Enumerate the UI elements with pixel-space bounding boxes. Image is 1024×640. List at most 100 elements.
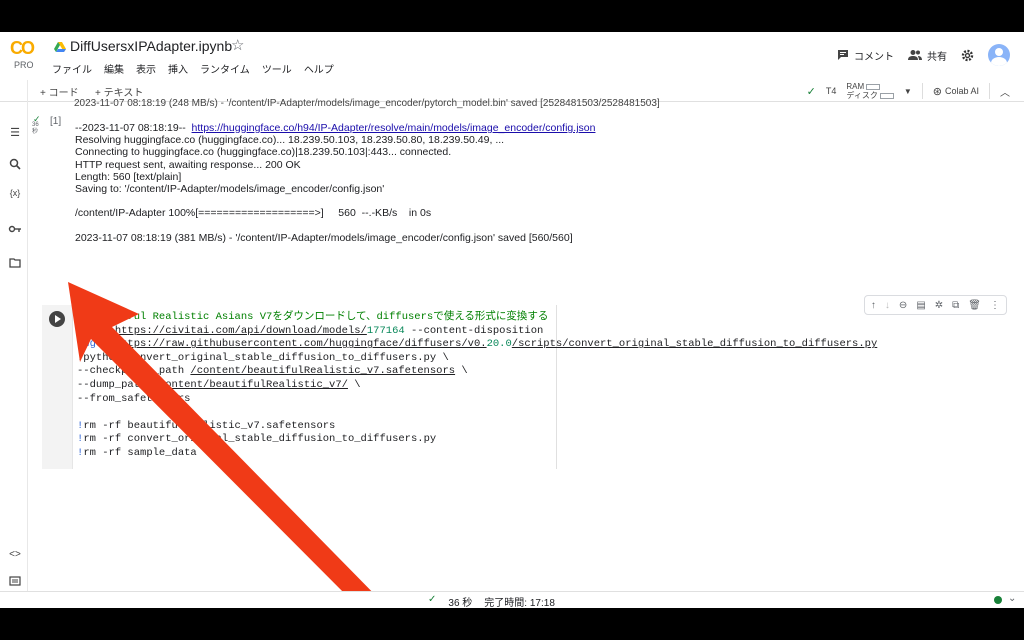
code-line: !python convert_original_stable_diffusio… [77,351,449,364]
header: CO PRO DiffUsersxIPAdapter.ipynb ☆ ファイル … [0,32,1024,80]
cell-settings-gear-icon[interactable]: ✲ [935,300,943,311]
gpu-label[interactable]: T4 [826,86,837,96]
table-of-contents-icon[interactable]: ☰ [8,126,22,139]
secrets-key-icon[interactable] [8,225,22,233]
menu-view[interactable]: 表示 [136,61,156,76]
runtime-connected-dot [994,596,1002,604]
divider [989,83,990,99]
menu-runtime[interactable]: ランタイム [200,61,250,76]
cell-output: --2023-11-07 08:18:19-- https://huggingf… [75,122,595,244]
comment-icon[interactable]: ▤ [916,300,925,311]
run-cell-button[interactable] [49,311,65,327]
add-text-button[interactable]: + テキスト [95,84,143,99]
cell-toolbar: ↑ ↓ ⊖ ▤ ✲ ⧉ 🗑 ⋮ [863,295,1007,315]
code-token: \ [455,365,468,378]
code-token: --checkpoint_path [77,365,191,378]
collapse-chevron-icon[interactable]: ︿ [1000,84,1010,99]
account-avatar[interactable] [988,44,1010,66]
pro-badge: PRO [14,60,34,70]
ram-label: RAM [846,82,865,91]
exec-time: 36 秒 [32,122,39,135]
delete-trash-icon[interactable]: 🗑 [968,300,981,311]
colab-ai-button[interactable]: ⊛ Colab AI [933,85,979,98]
runtime-status: ✓ T4 RAM ディスク ▼ ⊛ Colab AI ︿ [807,82,1010,100]
disk-bar [879,92,894,99]
drive-icon [54,42,66,52]
output-line: Saving to: '/content/IP-Adapter/models/i… [75,183,385,196]
completion-time: 完了時間: 17:18 [484,598,555,608]
code-token: \ [347,378,361,391]
menu-insert[interactable]: 挿入 [168,61,188,76]
more-options-icon[interactable]: ⋮ [990,300,1000,311]
code-token: !wget [77,324,115,337]
notebook-title[interactable]: DiffUsersxIPAdapter.ipynb [70,38,232,54]
output-line-clipped: 2023-11-07 08:18:19 (248 MB/s) - '/conte… [74,98,660,109]
output-line: HTTP request sent, awaiting response... … [75,158,301,171]
code-cell[interactable]: # Beautiful Realistic Asians V7をダウンロードして… [42,295,1015,469]
code-line: rm -rf beautifulRealistic_v7.safetensors [83,419,336,432]
code-path: /content/beautifulRealistic_v7.safetenso… [190,365,456,378]
resource-meter[interactable]: RAM ディスク [846,82,894,100]
code-token: --dump_path [77,378,153,391]
code-line: --from_safetensors [77,392,191,405]
folder-icon[interactable] [8,258,22,268]
menu-tools[interactable]: ツール [262,61,292,76]
variables-icon[interactable]: {x} [8,188,22,198]
settings-gear-icon[interactable] [961,49,974,62]
people-icon [908,50,922,60]
output-line: /content/IP-Adapter 100%[===============… [75,207,432,220]
code-number: 177164 [366,324,405,337]
runtime-dropdown-icon[interactable]: ▼ [904,87,912,96]
comment-icon [838,50,848,60]
status-bar: ✓ 36 秒 完了時間: 17:18 ⌄ [0,591,1024,608]
code-snippets-icon[interactable]: <> [8,549,22,560]
status-check-icon: ✓ [428,594,437,605]
link-icon[interactable]: ⊖ [899,300,907,311]
menu-help[interactable]: ヘルプ [304,61,334,76]
command-palette-icon[interactable] [8,576,22,586]
output-line: Resolving huggingface.co (huggingface.co… [75,134,505,147]
left-sidebar: ☰ {x} <> [0,80,28,608]
add-code-button[interactable]: + コード [40,84,79,99]
menu-edit[interactable]: 編集 [104,61,124,76]
exec-duration: 36 秒 [448,598,473,608]
search-icon[interactable] [8,158,22,170]
output-line: Connecting to huggingface.co (huggingfac… [75,146,452,159]
config-json-link[interactable]: https://huggingface.co/h94/IP-Adapter/re… [192,122,596,134]
code-text: # Beautiful Realistic Asians V7をダウンロードして… [77,311,877,461]
execution-status[interactable]: ✓ 36 秒 完了時間: 17:18 [428,594,555,608]
notebook-body: 2023-11-07 08:18:19 (248 MB/s) - '/conte… [28,98,1024,592]
code-editor[interactable]: # Beautiful Realistic Asians V7をダウンロードして… [73,305,1015,469]
header-actions: コメント 共有 [837,44,1010,66]
star-icon[interactable]: ☆ [231,36,244,54]
colab-logo[interactable]: CO PRO [10,38,42,74]
menu-file[interactable]: ファイル [52,61,92,76]
divider [921,83,923,99]
code-url: https://raw.githubusercontent.com/huggin… [114,338,487,351]
output-line: Length: 560 [text/plain] [75,170,182,183]
code-comment: # Beautiful Realistic Asians V7をダウンロードして… [77,311,549,323]
code-token: --content-disposition [404,324,544,337]
exec-count: [1] [50,116,62,127]
share-button[interactable]: 共有 [908,48,947,63]
disk-label: ディスク [846,91,878,100]
code-token: !wget [77,338,115,351]
code-line: rm -rf sample_data [83,446,197,459]
ram-bar [866,83,881,90]
colab-ai-icon: ⊛ [932,85,942,98]
mirror-cell-icon[interactable]: ⧉ [952,300,959,311]
status-expand-chevron-icon[interactable]: ⌄ [1008,593,1016,604]
code-url: https://civitai.com/api/download/models/ [114,324,367,337]
code-url: /scripts/convert_original_stable_diffusi… [511,338,878,351]
share-label: 共有 [927,51,947,63]
code-path: /content/beautifulRealistic_v7/ [152,378,348,391]
connected-check-icon: ✓ [806,85,816,98]
code-line: rm -rf convert_original_stable_diffusion… [83,433,437,446]
colab-ai-label: Colab AI [944,86,979,96]
code-number: 20.0 [486,338,512,351]
comment-button[interactable]: コメント [837,48,894,63]
colab-window: CO PRO DiffUsersxIPAdapter.ipynb ☆ ファイル … [0,32,1024,608]
comment-label: コメント [854,51,894,63]
move-up-arrow-icon[interactable]: ↑ [871,300,876,311]
move-down-arrow-icon[interactable]: ↓ [885,300,890,311]
